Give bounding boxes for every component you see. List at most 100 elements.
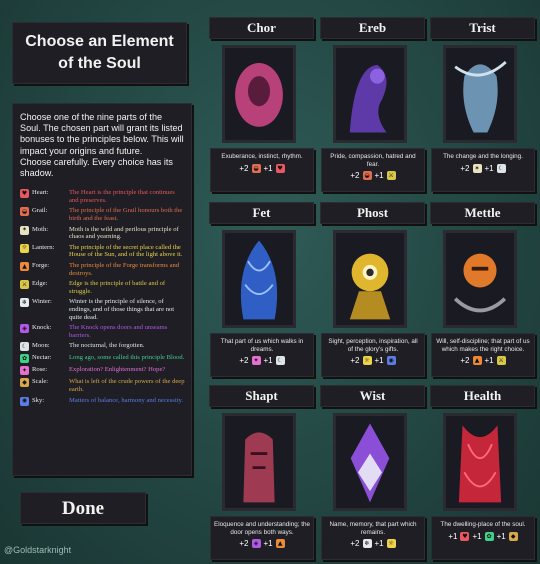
nectar-icon: ✿ [20, 354, 29, 364]
card-info-ereb: Pride, compassion, hatred and fear. +2 ◒ +1… [321, 148, 425, 192]
element-name: Grail: [32, 207, 48, 215]
card-title-chor[interactable]: Chor [209, 17, 314, 39]
bonus-amount: +1 [484, 163, 494, 173]
card-bonuses: +2 ☼ +1 ◉ [322, 356, 424, 366]
lantern-icon: ☼ [386, 539, 396, 549]
forge-icon: ▲ [472, 356, 482, 366]
moon-icon: ☾ [496, 163, 506, 173]
card-art-mettle[interactable] [443, 230, 517, 328]
card-description: Pride, compassion, hatred and fear. [330, 153, 416, 168]
element-row: ☼ Lantern: The principle of the secret pla… [20, 243, 185, 259]
card-art-fet[interactable] [222, 230, 296, 328]
watermark: @Goldstarknight [4, 545, 72, 555]
card-title-mettle[interactable]: Mettle [430, 202, 535, 224]
card-bonuses: +2 ◈ +1 ▲ [211, 539, 313, 549]
element-list: ♥ Heart: The Heart is the principle that c… [20, 189, 185, 406]
card-description: The dwelling-place of the soul. [440, 521, 526, 528]
card-title-trist[interactable]: Trist [430, 17, 535, 39]
card-bonuses: +1 ♥ +1 ✿ +1 ◆ [432, 531, 534, 541]
card-bonuses: +2 ◒ +1 ♥ [211, 163, 313, 173]
card-title-health[interactable]: Health [430, 385, 535, 407]
element-name: Moon: [32, 342, 50, 350]
page-title: Choose an Element of the Soul [25, 33, 174, 72]
heart-icon: ♥ [275, 163, 285, 173]
heart-icon: ♥ [20, 189, 29, 199]
card-info-fet: That part of us which walks in dreams. +2… [210, 333, 314, 377]
knock-icon: ◈ [20, 324, 29, 334]
bonus-amount: +1 [484, 356, 494, 366]
card-info-wist: Name, memory, that part which remains. +2… [321, 516, 425, 560]
forge-icon: ▲ [20, 261, 29, 271]
scale-icon: ◆ [508, 531, 518, 541]
lantern-icon: ☼ [362, 356, 372, 366]
card-art-trist[interactable] [443, 45, 517, 143]
card-title-ereb[interactable]: Ereb [320, 17, 425, 39]
element-description: The Heart is the principle that continue… [69, 189, 175, 204]
bonus-amount: +1 [263, 356, 273, 366]
element-name: Moth: [32, 225, 49, 233]
heart-icon: ♥ [460, 531, 470, 541]
rose-icon: ✦ [20, 366, 29, 376]
bonus-amount: +2 [239, 356, 249, 366]
element-name: Sky: [32, 396, 45, 404]
element-name: Forge: [32, 261, 50, 269]
bonus-amount: +2 [350, 539, 360, 549]
element-description: Edge is the principle of battle and of s… [69, 280, 166, 295]
card-art-phost[interactable] [333, 230, 407, 328]
moth-icon: ✶ [472, 163, 482, 173]
card-art-wist[interactable] [333, 413, 407, 511]
scale-icon: ◆ [20, 378, 29, 388]
bonus-amount: +1 [374, 356, 384, 366]
bonus-amount: +2 [460, 356, 470, 366]
element-row: ▲ Forge: The principle of the Forge transf… [20, 261, 185, 277]
card-info-mettle: Will, self-discipline; that part of us w… [431, 333, 535, 377]
element-description: Matters of balance, harmony and necessit… [69, 396, 184, 404]
knock-icon: ◈ [251, 539, 261, 549]
winter-icon: ❄ [362, 539, 372, 549]
element-row: ✿ Nectar: Long ago, some called this princ… [20, 354, 185, 364]
card-title-phost[interactable]: Phost [320, 202, 425, 224]
title-panel: Choose an Element of the Soul [12, 22, 187, 84]
element-row: ◉ Sky: Matters of balance, harmony and nec… [20, 396, 185, 406]
element-description: The principle of the secret place called… [69, 243, 183, 259]
card-title-shapt[interactable]: Shapt [209, 385, 314, 407]
element-description: The Knock opens doors and unseams barrie… [69, 324, 168, 339]
done-button[interactable]: Done [20, 492, 146, 524]
card-info-trist: The change and the longing. +2 ✶ +1 ☾ [431, 148, 535, 192]
card-art-shapt[interactable] [222, 413, 296, 511]
bonus-amount: +1 [472, 531, 482, 541]
bonus-amount: +2 [350, 356, 360, 366]
card-title-wist[interactable]: Wist [320, 385, 425, 407]
bonus-amount: +1 [496, 531, 506, 541]
element-row: ◈ Knock: The Knock opens doors and unseams… [20, 324, 185, 339]
card-title-fet[interactable]: Fet [209, 202, 314, 224]
card-info-chor: Exuberance, instinct, rhythm. +2 ◒ +1 ♥ [210, 148, 314, 192]
edge-icon: ⚔ [20, 280, 29, 290]
card-description: Exuberance, instinct, rhythm. [221, 153, 303, 160]
element-row: ✶ Moth: Moth is the wild and perilous prin… [20, 225, 185, 241]
card-description: Eloquence and understanding; the door op… [214, 521, 310, 536]
edge-icon: ⚔ [386, 171, 396, 181]
card-info-health: The dwelling-place of the soul. +1 ♥ +1 ✿ +1 ◆ [431, 516, 535, 560]
element-description: What is left of the crude powers of the … [69, 378, 185, 393]
element-row: ☾ Moon: The nocturnal, the forgotten. [20, 342, 185, 352]
moth-icon: ✶ [20, 225, 29, 235]
element-name: Rose: [32, 366, 48, 374]
element-row: ✦ Rose: Exploration? Enlightenment? Hope? [20, 366, 185, 376]
bonus-amount: +1 [263, 539, 273, 549]
card-bonuses: +2 ▲ +1 ⚔ [432, 356, 534, 366]
card-art-ereb[interactable] [333, 45, 407, 143]
bonus-amount: +2 [350, 171, 360, 181]
description-panel: Choose one of the nine parts of the Soul… [12, 103, 192, 476]
element-row: ❄ Winter: Winter is the principle of silen… [20, 298, 185, 321]
element-description: Exploration? Enlightenment? Hope? [69, 366, 166, 374]
element-name: Edge: [32, 280, 48, 288]
bonus-amount: +1 [374, 171, 384, 181]
rose-icon: ✦ [251, 356, 261, 366]
card-art-chor[interactable] [222, 45, 296, 143]
bonus-amount: +1 [263, 163, 273, 173]
card-art-health[interactable] [443, 413, 517, 511]
bonus-amount: +2 [239, 539, 249, 549]
card-bonuses: +2 ◒ +1 ⚔ [322, 171, 424, 181]
forge-icon: ▲ [275, 539, 285, 549]
